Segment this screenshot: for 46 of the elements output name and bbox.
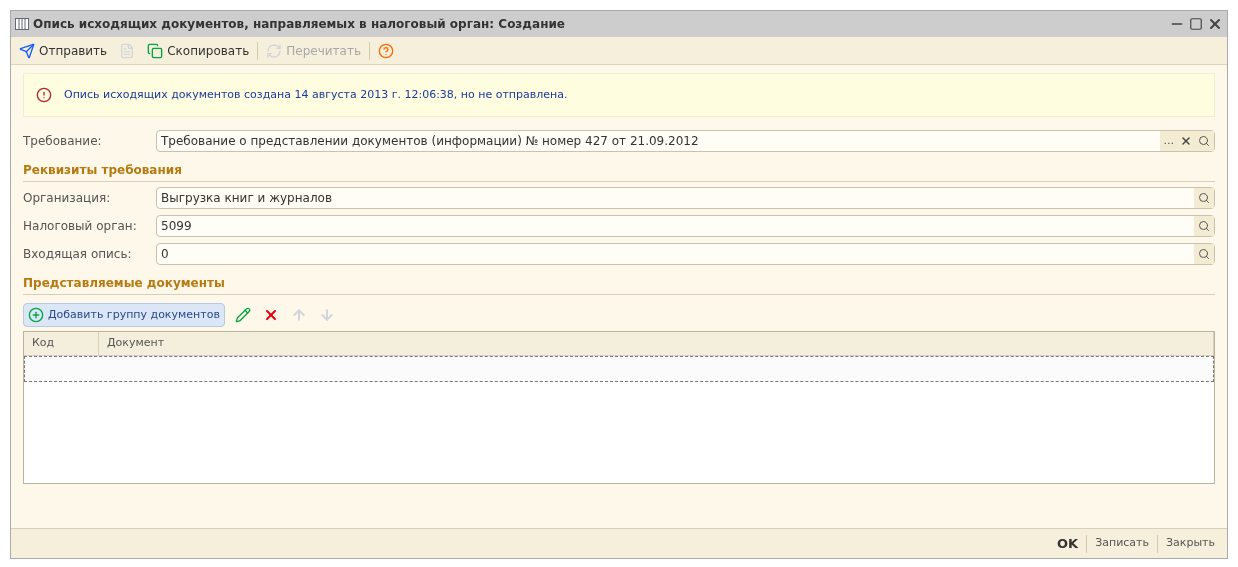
column-header[interactable]: Документ [99, 332, 1214, 355]
input-field[interactable]: Требование о представлении документов (информации) № номер 427 от 21.09.2012 ... [156, 130, 1215, 152]
toolbar-button[interactable]: Скопировать [143, 39, 254, 62]
document-icon [119, 42, 136, 59]
add-group-button[interactable]: Добавить группу документов [23, 303, 225, 327]
field-value: Выгрузка книг и журналов [160, 190, 333, 207]
section-title: Представляемые документы [23, 274, 1215, 295]
field-label: Требование: [23, 133, 103, 150]
toolbar-button[interactable]: Отправить [15, 39, 112, 62]
field-label: Организация: [23, 190, 112, 207]
input-field[interactable]: 0 [156, 243, 1215, 265]
field-value: 0 [160, 246, 170, 263]
input-field[interactable]: 5099 [156, 215, 1215, 237]
close-icon[interactable] [1207, 16, 1223, 32]
search-icon [1198, 220, 1210, 232]
warning-icon [36, 87, 52, 103]
footer-button[interactable]: Закрыть [1162, 532, 1219, 555]
maximize-icon[interactable] [1189, 17, 1203, 31]
field-label: Налоговый орган: [23, 218, 138, 235]
search-icon [1198, 135, 1210, 147]
notice-text: Опись исходящих документов создана 14 августа 2013 г. 12:06:38, но не отправлена. [64, 86, 568, 103]
footer-button[interactable]: Записать [1091, 532, 1153, 555]
search-button[interactable] [1194, 216, 1214, 236]
search-button[interactable] [1194, 188, 1214, 208]
refresh-icon [266, 42, 283, 59]
search-icon [1198, 248, 1210, 260]
clear-icon [1180, 135, 1192, 147]
input-field[interactable]: Выгрузка книг и журналов [156, 187, 1215, 209]
section-title: Реквизиты требования [23, 161, 1215, 182]
help-icon [377, 42, 394, 59]
field-value: Требование о представлении документов (информации) № номер 427 от 21.09.2012 [160, 133, 700, 150]
form-icon [15, 18, 29, 30]
search-button[interactable] [1194, 244, 1214, 264]
field-label: Входящая опись: [23, 246, 133, 263]
plus-icon [28, 307, 44, 323]
search-icon [1198, 192, 1210, 204]
send-icon [19, 42, 35, 59]
footer-button[interactable]: OK [1053, 532, 1083, 555]
select-button[interactable]: ... [1159, 131, 1178, 151]
pencil-icon [234, 307, 251, 323]
column-header[interactable]: Код [24, 332, 99, 355]
table-row[interactable] [24, 356, 1214, 382]
copy-icon [147, 42, 164, 59]
search-button[interactable] [1194, 131, 1214, 151]
field-value: 5099 [160, 218, 193, 235]
window-title: Опись исходящих документов, направляемых в налоговый орган: Создание [33, 16, 566, 33]
